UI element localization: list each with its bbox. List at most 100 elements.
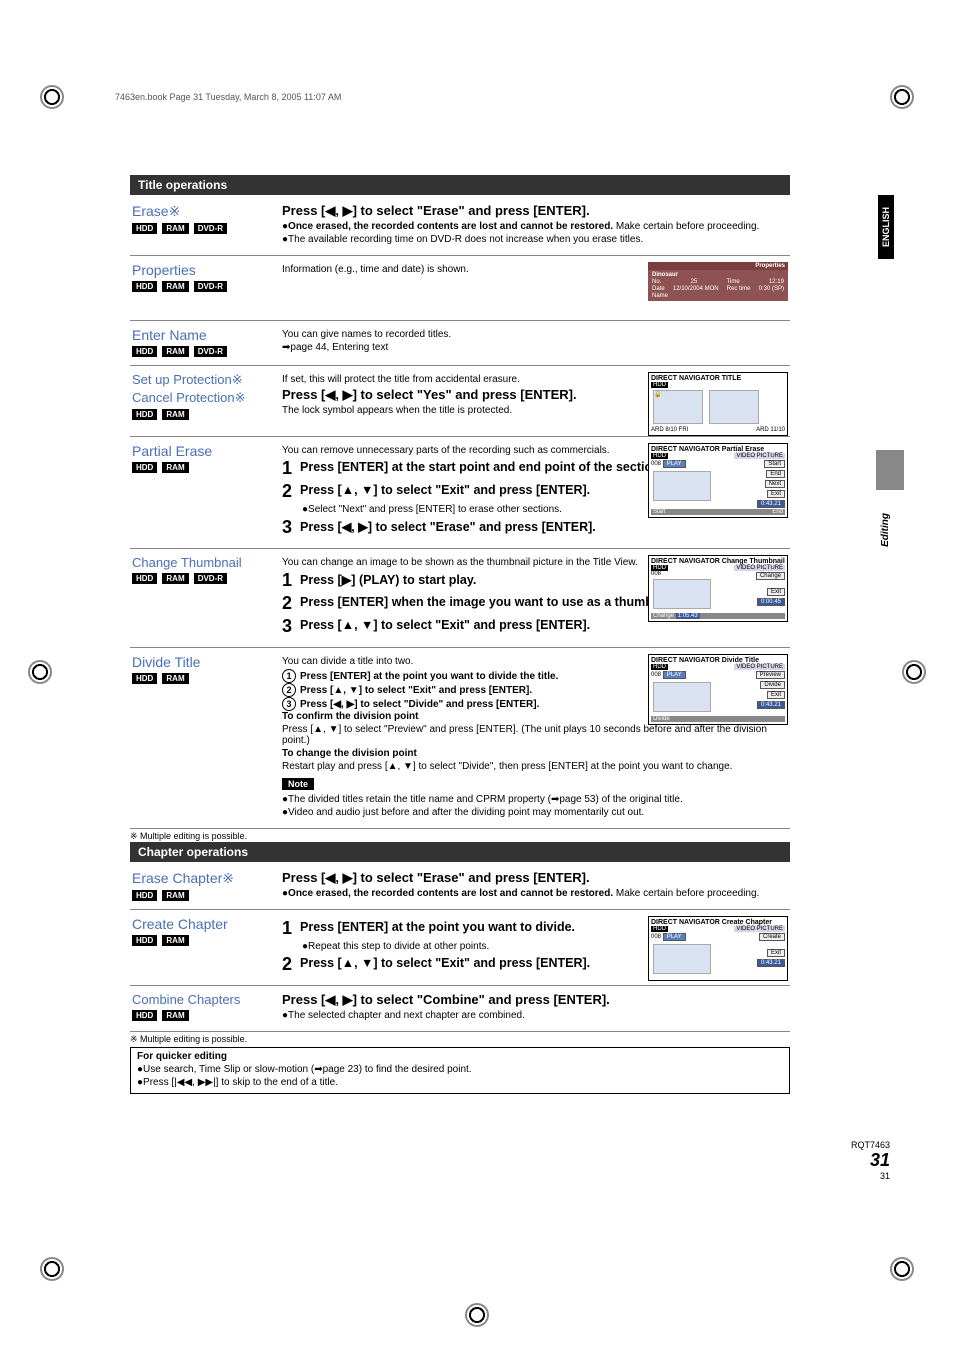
badge-ram: RAM [162,281,188,292]
enter-name-row: Enter Name HDD RAM DVD-R You can give na… [130,321,790,366]
badge-dvdr: DVD-R [194,223,227,234]
bar-end-label: End [772,509,783,515]
properties-title: Properties [132,262,272,278]
page-footer: RQT7463 31 31 [851,1140,890,1181]
exit-button: Exit [767,949,785,957]
page-number-small: 31 [851,1171,890,1181]
badge-hdd: HDD [132,890,157,901]
erase-note: ●The available recording time on DVD-R d… [282,234,786,245]
step-number: 1 [282,458,300,479]
enter-name-title: Enter Name [132,327,272,343]
thumbnail-with-lock-icon: 🔒 [653,390,703,424]
registration-mark-icon [40,1257,64,1281]
badge-ram: RAM [162,462,188,473]
divide-change-text: Restart play and press [▲, ▼] to select … [282,761,786,772]
exit-button: Exit [767,490,785,498]
prop-date-val: 12/10/2004 MON [673,286,719,292]
dialog-title: Properties [648,262,788,270]
registration-mark-icon [890,1257,914,1281]
badge-hdd: HDD [132,462,157,473]
change-button: Change [756,572,785,580]
quicker-editing-line2: ●Press [|◀◀, ▶▶|] to skip to the end of … [137,1077,783,1088]
prop-rec-val: 0:30 (SP) [759,286,784,292]
partial-erase-row: Partial Erase HDD RAM You can remove unn… [130,437,790,549]
divide-confirm-text: Press [▲, ▼] to select "Preview" and pre… [282,724,786,746]
start-button: Start [764,460,785,468]
create-chapter-title: Create Chapter [132,916,272,932]
badge-hdd: HDD [132,935,157,946]
badge-ram: RAM [162,935,188,946]
thumbnail-icon [653,579,711,609]
create-chapter-dialog: DIRECT NAVIGATOR Create Chapter HDD VIDE… [648,916,788,981]
divide-title-row: Divide Title HDD RAM You can divide a ti… [130,648,790,829]
divide-button: Divide [760,681,785,689]
erase-title: Erase※ [132,203,272,220]
badge-dvdr: DVD-R [194,346,227,357]
time-display: 0:00.45 [757,598,785,606]
partial-erase-step3: Press [◀, ▶] to select "Erase" and press… [300,517,786,534]
dialog-track: 008 [651,571,756,577]
badge-ram: RAM [162,1010,188,1021]
step-number: 1 [282,570,300,591]
registration-mark-icon [28,660,52,684]
thumbnail-icon [653,682,711,712]
page-content: Title operations Erase※ HDD RAM DVD-R Pr… [130,175,790,1094]
prop-time-label: Time [727,279,740,285]
dialog-title: DIRECT NAVIGATOR Partial Erase [651,446,764,453]
play-indicator: PLAY [663,460,686,468]
cancel-protection-title: Cancel Protection※ [132,390,272,406]
dialog-date: ARD 8/10 FRI [651,427,688,433]
exit-button: Exit [767,588,785,596]
divide-change-heading: To change the division point [282,748,786,759]
divide-note1: ●The divided titles retain the title nam… [282,794,786,805]
create-chapter-row: Create Chapter HDD RAM 1Press [ENTER] at… [130,910,790,986]
prop-rec-label: Rec time [727,286,751,292]
step-number: 2 [282,481,300,502]
section-marker [876,450,904,490]
step-number: 3 [282,517,300,538]
badge-hdd: HDD [132,673,157,684]
erase-chapter-instruction: Press [◀, ▶] to select "Erase" and press… [282,870,786,886]
badge-hdd: HDD [132,346,157,357]
quicker-editing-box: For quicker editing ●Use search, Time Sl… [130,1047,790,1094]
time-display: 0:43.21 [757,500,785,508]
note-label: Note [282,778,314,790]
badge-hdd: HDD [132,573,157,584]
title-operations-header: Title operations [130,175,790,195]
dialog-title: DIRECT NAVIGATOR Divide Title [651,657,785,664]
change-thumbnail-row: Change Thumbnail HDD RAM DVD-R You can c… [130,549,790,648]
properties-row: Properties HDD RAM DVD-R Information (e.… [130,256,790,321]
step-number: 1 [282,918,300,939]
multiple-editing-note-2: ※ Multiple editing is possible. [130,1034,790,1045]
partial-erase-dialog: DIRECT NAVIGATOR Partial Erase HDD VIDEO… [648,443,788,518]
play-indicator: PLAY [663,933,686,941]
registration-mark-icon [40,85,64,109]
divide-note2: ●Video and audio just before and after t… [282,807,786,818]
badge-hdd: HDD [132,409,157,420]
badge-dvdr: DVD-R [194,281,227,292]
dialog-track: 008 [651,672,661,678]
enter-name-text: You can give names to recorded titles. [282,329,786,340]
next-button: Next [765,480,785,488]
erase-chapter-warning-tail: Make certain before proceeding. [613,888,759,899]
bar-start-label: Start [653,509,666,515]
dialog-hdd-label: HDD [651,382,668,388]
step-number: 2 [282,593,300,614]
thumbnail-icon [653,944,711,974]
erase-warning-tail: Make certain before proceeding. [613,221,759,232]
enter-name-ref: ➡page 44, Entering text [282,342,786,353]
divide-title-dialog: DIRECT NAVIGATOR Divide Title HDD VIDEO … [648,654,788,725]
thumbnail-icon [653,471,711,501]
prop-time-val: 12:19 [769,279,784,285]
combine-instruction: Press [◀, ▶] to select "Combine" and pre… [282,992,786,1008]
registration-mark-icon [890,85,914,109]
play-indicator: PLAY [663,671,686,679]
doc-code: RQT7463 [851,1140,890,1150]
step-number: 2 [282,954,300,975]
erase-instruction: Press [◀, ▶] to select "Erase" and press… [282,203,786,219]
erase-chapter-row: Erase Chapter※ HDD RAM Press [◀, ▶] to s… [130,864,790,910]
language-tab: ENGLISH [878,195,894,259]
change-bar-time: 1:05.43 [676,613,700,619]
page-number-large: 31 [851,1150,890,1171]
time-display: 0:43.21 [757,959,785,967]
